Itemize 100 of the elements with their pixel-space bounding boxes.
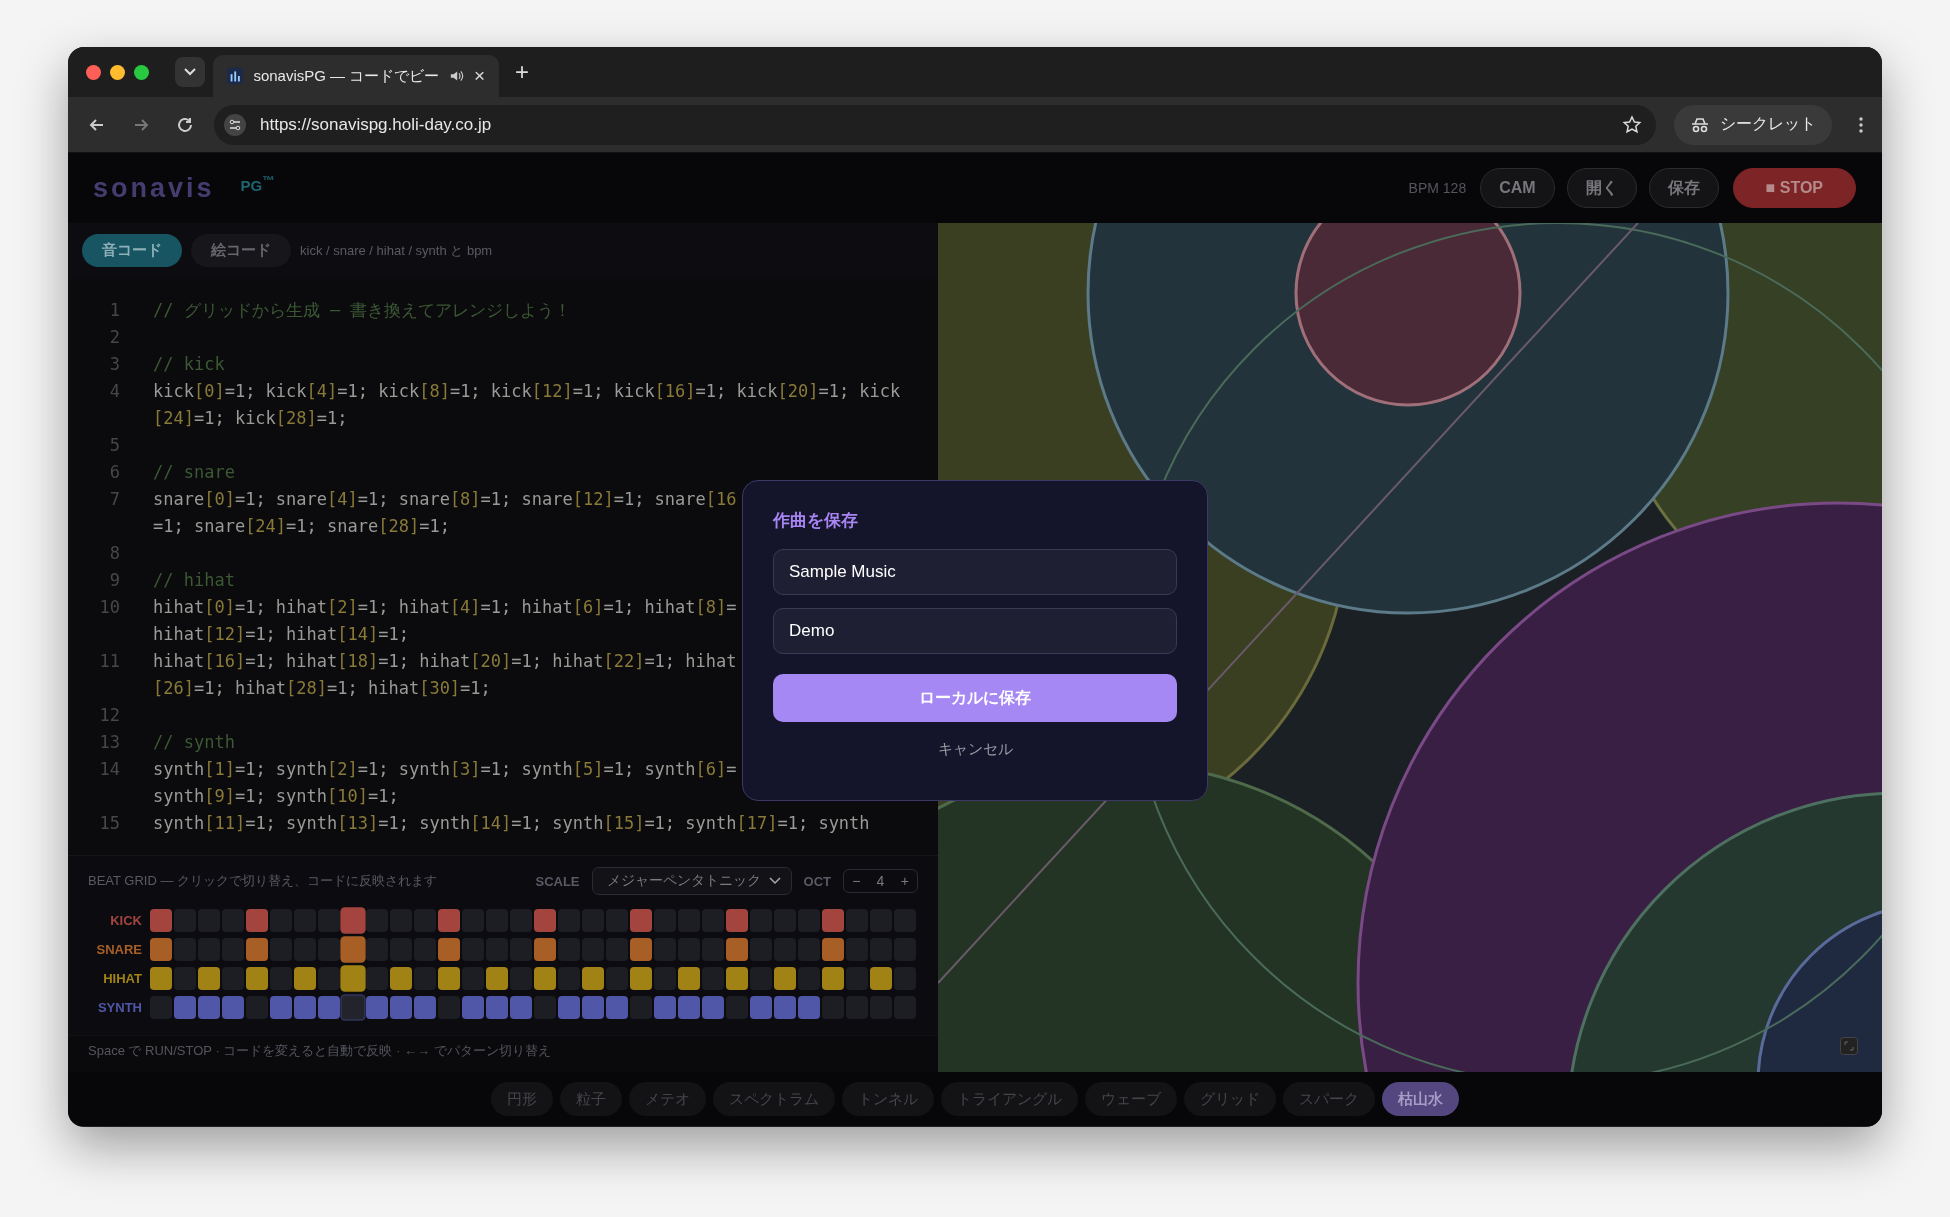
step-cell[interactable]	[340, 936, 366, 963]
bookmark-star-icon[interactable]	[1622, 114, 1642, 135]
step-cell[interactable]	[726, 909, 748, 933]
cancel-button[interactable]: キャンセル	[937, 740, 1013, 759]
bpm-label: BPM 128	[1408, 180, 1467, 196]
step-cell[interactable]	[340, 965, 366, 992]
step-cell[interactable]	[340, 994, 366, 1021]
step-cell[interactable]	[822, 967, 844, 991]
reload-icon[interactable]	[176, 115, 194, 134]
octave-down-button[interactable]: −	[852, 873, 861, 890]
code-tab[interactable]: 音コード	[82, 234, 182, 268]
step-cell[interactable]	[150, 909, 172, 933]
step-cell[interactable]	[246, 909, 268, 933]
maximize-window-button[interactable]	[134, 64, 149, 80]
code-line: [24]=1; kick[28]=1;	[153, 407, 348, 428]
step-cell[interactable]	[534, 909, 556, 933]
code-line: synth[1]=1; synth[2]=1; synth[3]=1; synth[5]=1; synth[6]=	[153, 758, 737, 779]
fullscreen-icon[interactable]	[1840, 1037, 1858, 1055]
step-cell[interactable]	[870, 967, 892, 991]
step-cell[interactable]	[630, 967, 652, 991]
step-cell[interactable]	[294, 996, 316, 1020]
step-cell[interactable]	[582, 996, 604, 1020]
visual-mode-tab[interactable]: 枯山水	[1382, 1082, 1459, 1116]
step-cell[interactable]	[340, 907, 366, 934]
step-cell[interactable]	[414, 996, 436, 1020]
minimize-window-button[interactable]	[110, 64, 125, 80]
step-cell[interactable]	[222, 996, 244, 1020]
step-cell[interactable]	[606, 996, 628, 1020]
step-cell[interactable]	[390, 996, 412, 1020]
close-window-button[interactable]	[86, 64, 101, 80]
step-cell[interactable]	[366, 909, 388, 933]
step-cell[interactable]	[822, 909, 844, 933]
shortcut-hint: Space で RUN/STOP · コードを変えると自動で反映 · ←→ でパターン切り替え	[68, 1035, 938, 1072]
track-label: SNARE	[95, 942, 142, 958]
track-label: SYNTH	[96, 1000, 142, 1016]
site-settings-icon[interactable]	[224, 113, 246, 136]
address-bar[interactable]: https://sonavispg.holi-day.co.jp	[214, 104, 1656, 145]
close-tab-button[interactable]: ×	[473, 65, 485, 87]
speaker-icon[interactable]	[449, 68, 464, 84]
step-cell[interactable]	[798, 996, 820, 1020]
step-cell[interactable]	[270, 996, 292, 1020]
step-cell[interactable]	[294, 967, 316, 991]
step-cell[interactable]	[366, 996, 388, 1020]
line-number: 14	[98, 757, 120, 781]
step-cell[interactable]	[462, 996, 484, 1020]
step-cell[interactable]	[534, 938, 556, 962]
step-cell[interactable]	[630, 909, 652, 933]
step-cell[interactable]	[438, 909, 460, 933]
step-cell[interactable]	[246, 938, 268, 962]
step-cell[interactable]	[438, 938, 460, 962]
step-cell[interactable]	[366, 967, 388, 991]
step-cell[interactable]	[366, 938, 388, 962]
step-cell[interactable]	[438, 967, 460, 991]
scale-dropdown[interactable]: メジャーペンタトニック	[591, 867, 792, 896]
tab-list-button[interactable]	[175, 57, 205, 87]
step-cell[interactable]	[822, 938, 844, 962]
step-cell[interactable]	[318, 909, 340, 933]
browser-tab[interactable]: sonavisPG — コードでビー ×	[213, 55, 499, 97]
step-cell[interactable]	[774, 967, 796, 991]
logo: sonavis	[93, 172, 215, 204]
header-button[interactable]: CAM	[1480, 168, 1555, 208]
line-number: 3	[108, 352, 120, 376]
step-cell[interactable]	[534, 967, 556, 991]
step-cell[interactable]	[678, 967, 700, 991]
step-cell[interactable]	[678, 996, 700, 1020]
step-cell[interactable]	[318, 967, 340, 991]
line-number: 2	[108, 325, 120, 349]
step-cell[interactable]	[198, 967, 220, 991]
incognito-button[interactable]: シークレット	[1674, 104, 1832, 145]
octave-up-button[interactable]: +	[900, 873, 909, 890]
step-cell[interactable]	[750, 996, 772, 1020]
step-cell[interactable]	[774, 996, 796, 1020]
header-button[interactable]: ■ STOP	[1732, 168, 1856, 208]
step-cell[interactable]	[654, 996, 676, 1020]
step-cell[interactable]	[198, 996, 220, 1020]
step-cell[interactable]	[318, 938, 340, 962]
step-cell[interactable]	[390, 967, 412, 991]
new-tab-button[interactable]: +	[515, 58, 529, 86]
step-cell[interactable]	[702, 996, 724, 1020]
step-cell[interactable]	[174, 996, 196, 1020]
step-cell[interactable]	[510, 996, 532, 1020]
save-local-button[interactable]: ローカルに保存	[773, 674, 1177, 722]
step-cell[interactable]	[318, 996, 340, 1020]
text-field[interactable]: Sample Music	[773, 549, 1177, 595]
header-button[interactable]: 開く	[1566, 168, 1637, 208]
step-cell[interactable]	[486, 996, 508, 1020]
step-cell[interactable]	[150, 938, 172, 962]
header-button[interactable]: 保存	[1648, 168, 1719, 208]
step-cell[interactable]	[726, 967, 748, 991]
step-cell[interactable]	[486, 967, 508, 991]
step-cell[interactable]	[558, 996, 580, 1020]
step-cell[interactable]	[630, 938, 652, 962]
step-cell[interactable]	[150, 967, 172, 991]
line-number: 5	[108, 433, 120, 457]
menu-icon[interactable]	[1858, 115, 1864, 134]
step-cell[interactable]	[582, 967, 604, 991]
step-cell[interactable]	[726, 938, 748, 962]
code-tab[interactable]: 絵コード	[191, 234, 291, 268]
step-cell[interactable]	[246, 967, 268, 991]
text-field[interactable]: Demo	[773, 608, 1177, 654]
